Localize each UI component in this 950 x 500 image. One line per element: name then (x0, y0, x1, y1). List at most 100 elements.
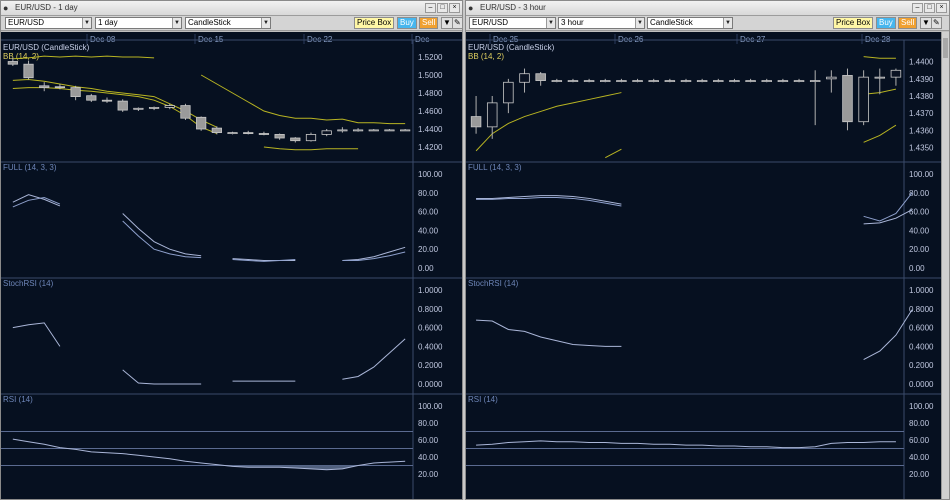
chevron-down-icon[interactable]: ▼ (723, 18, 732, 28)
chevron-down-icon[interactable]: ▼ (261, 18, 270, 28)
price-box-button[interactable]: Price Box (354, 17, 395, 29)
panel-title: StochRSI (14) (3, 279, 54, 288)
candle-up (400, 129, 411, 132)
indicator-tick-label: 60.00 (418, 208, 439, 217)
chart-canvas: Dec 08 Dec 15 Dec 22 DecEUR/USD (CandleStic… (1, 34, 462, 500)
indicator-line (122, 369, 202, 385)
maximize-icon[interactable]: □ (924, 3, 935, 13)
close-icon[interactable]: × (936, 3, 947, 13)
candle-down (180, 105, 191, 119)
candle-up (583, 80, 595, 82)
indicator-tick-label: 0.0000 (418, 380, 443, 389)
minimize-icon[interactable]: – (912, 3, 923, 13)
symbol-value: EUR/USD (8, 18, 45, 27)
buy-button[interactable]: Buy (876, 17, 896, 29)
indicator-tick-label: 100.00 (418, 402, 443, 411)
panel-title: RSI (14) (468, 395, 498, 404)
candle-down (7, 61, 18, 65)
indicator-tick-label: 40.00 (909, 453, 930, 462)
candle-up (321, 130, 332, 135)
price-tick-label: 1.4370 (909, 109, 934, 118)
candle-up (133, 107, 144, 110)
candle-up (368, 129, 379, 132)
indicator-tick-label: 0.8000 (909, 305, 934, 314)
price-tick-label: 1.4390 (909, 75, 934, 84)
chart-area[interactable]: Dec 25 Dec 26 Dec 27 Dec 28 EUR/USD (CandleS… (466, 32, 941, 500)
candle-down (23, 63, 34, 79)
lock-icon[interactable]: ✎ (452, 17, 463, 29)
panel-subtitle: BB (14, 2) (468, 52, 504, 61)
indicator-tick-label: 20.00 (418, 245, 439, 254)
indicator-tick-label: 0.0000 (909, 380, 934, 389)
candle-down (243, 132, 254, 134)
candle-up (713, 80, 724, 82)
lock-icon[interactable]: ✎ (931, 17, 942, 29)
bollinger-middle-band (475, 92, 622, 152)
indicator-tick-label: 40.00 (418, 226, 439, 235)
indicator-tick-label: 40.00 (418, 453, 439, 462)
candle-up (551, 80, 563, 82)
indicator-tick-label: 0.00 (418, 264, 434, 273)
indicator-tick-label: 60.00 (418, 436, 439, 445)
price-tick-label: 1.4400 (418, 125, 443, 134)
chevron-down-icon[interactable]: ▼ (82, 18, 91, 28)
timeframe-value: 1 day (98, 18, 118, 27)
indicator-tick-label: 80.00 (418, 419, 439, 428)
sell-button[interactable]: Sell (419, 17, 439, 29)
chart-type-select[interactable]: CandleStick ▼ (647, 17, 733, 29)
candle-up (384, 129, 395, 132)
indicator-tick-label: 0.2000 (909, 361, 934, 370)
indicator-tick-label: 0.6000 (418, 324, 443, 333)
candle-up (567, 80, 579, 82)
indicator-tick-label: 20.00 (909, 470, 930, 479)
candle-down (117, 100, 128, 111)
timeframe-select[interactable]: 3 hour ▼ (558, 17, 645, 29)
bollinger-lower-band (263, 146, 359, 151)
candle-up (305, 134, 317, 142)
timeframe-select[interactable]: 1 day ▼ (95, 17, 182, 29)
indicator-line (476, 197, 622, 207)
chevron-down-icon[interactable]: ▼ (546, 18, 555, 28)
window-titlebar[interactable]: ● EUR/USD - 1 day – □ × (1, 1, 462, 16)
price-tick-label: 1.4400 (909, 58, 934, 67)
timeframe-value: 3 hour (561, 18, 584, 27)
candle-down (470, 116, 482, 128)
chart-area[interactable]: Dec 08 Dec 15 Dec 22 Dec EUR/USD (CandleStic… (1, 32, 462, 500)
window-title: EUR/USD - 1 day (15, 3, 78, 12)
scrollbar-thumb[interactable] (943, 38, 948, 58)
candle-up (164, 105, 175, 108)
buy-button[interactable]: Buy (397, 17, 417, 29)
candle-up (745, 80, 756, 82)
candle-up (352, 129, 364, 132)
indicator-tick-label: 80.00 (418, 189, 439, 198)
sell-button[interactable]: Sell (898, 17, 918, 29)
indicator-tick-label: 0.4000 (418, 342, 443, 351)
candle-down (258, 133, 270, 135)
symbol-select[interactable]: EUR/USD ▼ (5, 17, 92, 29)
window-icon: ● (3, 3, 9, 13)
vertical-scrollbar[interactable] (941, 32, 949, 499)
close-icon[interactable]: × (449, 3, 460, 13)
indicator-line (863, 192, 913, 222)
candle-down (842, 75, 853, 123)
minimize-icon[interactable]: – (425, 3, 436, 13)
candle-down (86, 95, 97, 101)
price-box-button[interactable]: Price Box (833, 17, 874, 29)
maximize-icon[interactable]: □ (437, 3, 448, 13)
symbol-select[interactable]: EUR/USD ▼ (469, 17, 556, 29)
chevron-down-icon[interactable]: ▼ (635, 18, 644, 28)
chart-type-select[interactable]: CandleStick ▼ (185, 17, 271, 29)
price-tick-label: 1.5200 (418, 53, 443, 62)
window-titlebar[interactable]: ● EUR/USD - 3 hour – □ × (466, 1, 949, 16)
panel-title: FULL (14, 3, 3) (3, 163, 57, 172)
indicator-tick-label: 60.00 (909, 208, 930, 217)
window-icon: ● (468, 3, 474, 13)
indicator-tick-label: 0.4000 (909, 342, 934, 351)
candle-up (729, 80, 740, 82)
bollinger-upper-band (863, 56, 896, 59)
chevron-down-icon[interactable]: ▼ (172, 18, 181, 28)
indicator-tick-label: 1.0000 (418, 286, 443, 295)
indicator-tick-label: 100.00 (909, 170, 934, 179)
chart-window-daily: ● EUR/USD - 1 day – □ × EUR/USD ▼ 1 day ▼ … (0, 0, 463, 500)
candle-down (101, 99, 113, 102)
